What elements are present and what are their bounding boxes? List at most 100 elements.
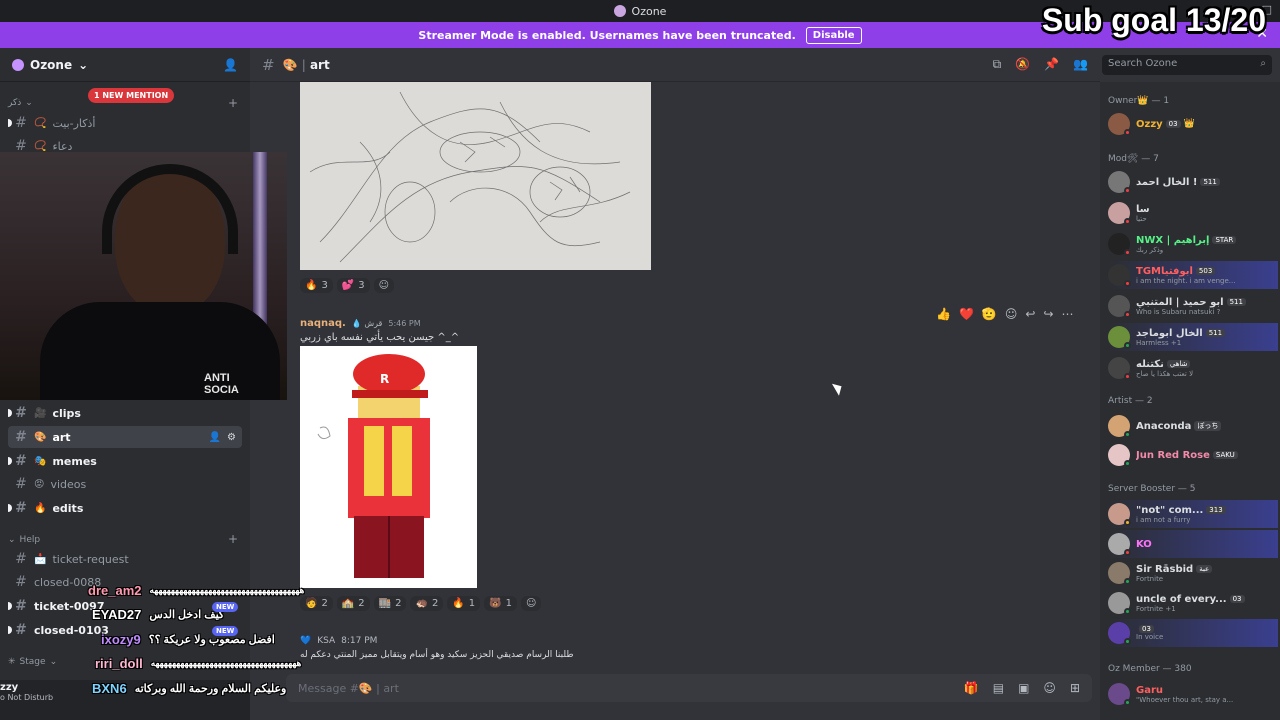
message-author: naqnaq. 💧 قرش 5:46 PM: [300, 318, 421, 329]
message-time: 8:17 PM: [341, 636, 378, 646]
sticker-icon[interactable]: ▣: [1018, 681, 1029, 695]
add-reaction-button[interactable]: ☺: [520, 596, 542, 611]
member-name: Anaconda: [1136, 420, 1192, 432]
role-header: Owner👑 — 1: [1108, 96, 1170, 106]
reaction-item[interactable]: 🔥 1: [447, 596, 481, 611]
member-item[interactable]: TGMأبوفتيا 503 i am the night. i am venge.…: [1106, 261, 1278, 289]
add-member-icon[interactable]: 👤: [223, 58, 238, 72]
streamer-body: [40, 302, 280, 400]
chat-overlay-line: riri_doll هههههههههههههههههههههههههههههه…: [95, 656, 301, 671]
reaction-emoji: 🧑: [305, 598, 318, 609]
channel-item-ticket-request[interactable]: # 📩 ticket-request: [8, 548, 242, 570]
server-name[interactable]: Ozone ⌄: [12, 58, 88, 72]
add-channel-icon[interactable]: +: [228, 96, 238, 110]
art-attachment-sketch[interactable]: [300, 82, 651, 270]
status-icon: [1124, 129, 1131, 136]
channel-name: دعاء: [52, 139, 73, 153]
member-item[interactable]: Ozzy 03 👑: [1106, 110, 1278, 138]
member-item[interactable]: KO: [1106, 530, 1278, 558]
channel-name: memes: [52, 454, 97, 468]
more-icon[interactable]: ⋯: [1062, 307, 1074, 321]
art-attachment-character[interactable]: R: [300, 346, 477, 588]
reply-icon[interactable]: ↩: [1025, 307, 1035, 321]
member-list-icon[interactable]: 👥: [1073, 57, 1088, 72]
member-name: Ozzy: [1136, 118, 1163, 130]
avatar: [1108, 622, 1131, 645]
member-item[interactable]: NWX | إبراهيم STAR وذكر ربك: [1106, 230, 1278, 258]
channel-item-memes[interactable]: # 🎭 memes: [8, 450, 242, 472]
member-item[interactable]: uncle of every... 03 Fortnite +1: [1106, 589, 1278, 617]
reaction-item[interactable]: 🏬 2: [373, 596, 407, 611]
member-item[interactable]: Jun Red Rose SAKU: [1106, 441, 1278, 469]
member-item[interactable]: الخال احمد ! 511: [1106, 168, 1278, 196]
channel-item-edits[interactable]: # 🔥 edits: [8, 497, 242, 519]
member-activity: Harmless +1: [1136, 338, 1182, 347]
status-icon: [1124, 578, 1131, 585]
threads-icon[interactable]: ⧉: [993, 57, 1002, 72]
disable-button[interactable]: Disable: [805, 26, 862, 44]
avatar: [1108, 592, 1131, 615]
message-author-2: 💙 KSA 8:17 PM: [300, 636, 377, 646]
member-item[interactable]: الخال ابوماجد 511 Harmless +1: [1106, 323, 1278, 351]
discord-logo-icon: [613, 5, 626, 17]
message-input[interactable]: Message #🎨 | art 🎁 ▤ ▣ ☺ ⊞: [286, 674, 1092, 702]
member-item[interactable]: سا حتيا: [1106, 199, 1278, 227]
reaction-emoji: 🔥: [305, 280, 318, 291]
invite-icon[interactable]: 👤: [209, 432, 221, 443]
new-mention-pill[interactable]: 1 NEW MENTION: [88, 88, 175, 103]
reaction-item[interactable]: 🧑 2: [300, 596, 333, 611]
author-tag-text: KSA: [317, 636, 336, 646]
member-item[interactable]: "not" com... 313 i am not a furry: [1106, 500, 1278, 528]
reaction-item[interactable]: 🦔 2: [410, 596, 444, 611]
avatar: [1108, 444, 1131, 467]
member-item[interactable]: Sir Rāsbid عبة Fortnite: [1106, 559, 1278, 587]
pin-icon[interactable]: 📌: [1044, 57, 1059, 72]
category-help[interactable]: ⌄ Help: [8, 535, 40, 545]
reaction-hearts[interactable]: 💕 3: [336, 278, 370, 293]
add-channel-icon[interactable]: +: [228, 532, 238, 546]
member-item[interactable]: Anaconda ぼっち: [1106, 412, 1278, 440]
search-input[interactable]: Search Ozone ⌕: [1102, 55, 1272, 75]
channel-item-art[interactable]: # 🎨 art 👤 ⚙: [8, 426, 242, 448]
reaction-item[interactable]: 🏫 2: [336, 596, 370, 611]
add-reaction-icon[interactable]: ☺: [1005, 307, 1018, 321]
gif-icon[interactable]: ▤: [993, 681, 1004, 695]
gear-icon[interactable]: ⚙: [227, 432, 236, 443]
thumbs-up-icon[interactable]: 👍: [936, 307, 951, 321]
channel-name: videos: [50, 477, 87, 491]
avatar: [1108, 683, 1131, 706]
channel-emoji: 🔥: [34, 502, 47, 514]
channel-item-clips[interactable]: # 🎥 clips: [8, 402, 242, 424]
channel-item[interactable]: # 📿 أذكار-بيت: [8, 112, 242, 134]
member-item[interactable]: Garu "Whoever thou art, stay a...: [1106, 680, 1278, 708]
add-reaction-button[interactable]: ☺: [373, 278, 395, 293]
server-header[interactable]: Ozone ⌄ 👤: [0, 48, 250, 82]
reaction-fire[interactable]: 🔥 3: [300, 278, 333, 293]
heart-icon[interactable]: ❤️: [959, 307, 974, 321]
unread-indicator: [8, 504, 12, 512]
category-stage[interactable]: ✳ Stage ⌄: [8, 657, 57, 667]
emoji-icon[interactable]: ☺: [1043, 681, 1056, 695]
gift-icon[interactable]: 🎁: [964, 681, 979, 695]
reaction-item[interactable]: 🐻 1: [484, 596, 517, 611]
channel-emoji: 📿: [34, 117, 47, 129]
chat-user: dre_am2: [88, 583, 142, 598]
status-icon: [1124, 218, 1131, 225]
notification-bell-icon[interactable]: 🔕: [1015, 57, 1030, 72]
category-label: Stage: [19, 657, 46, 667]
forward-icon[interactable]: ↪: [1043, 307, 1053, 321]
category-dhikr[interactable]: ذكر ⌄: [8, 98, 33, 108]
chat-user: BXN6: [92, 681, 127, 696]
member-item[interactable]: نكتنله شاهي لا تعتب هكذا يا صاح: [1106, 354, 1278, 382]
member-item[interactable]: 03 In voice: [1106, 619, 1278, 647]
channel-item-videos[interactable]: # 😡 videos: [8, 473, 242, 495]
chat-message: افضل مصعوب ولا عريكة ؟؟: [148, 634, 275, 646]
member-item[interactable]: ابو حميد | المتنبي 511 Who is Subaru natsu…: [1106, 292, 1278, 320]
face-icon[interactable]: 🫡: [982, 307, 997, 321]
apps-icon[interactable]: ⊞: [1070, 681, 1080, 695]
chat-overlay-line: dre_am2 هههههههههههههههههههههههههههههههه…: [88, 583, 304, 598]
status-icon: [1124, 311, 1131, 318]
member-list: Owner👑 — 1 Ozzy 03 👑 Mod🛠 — 7 الخال احمد !…: [1100, 82, 1280, 720]
author-name[interactable]: naqnaq.: [300, 318, 346, 329]
chat-message: وعليكم السلام ورحمة الله وبركاته: [134, 683, 287, 695]
